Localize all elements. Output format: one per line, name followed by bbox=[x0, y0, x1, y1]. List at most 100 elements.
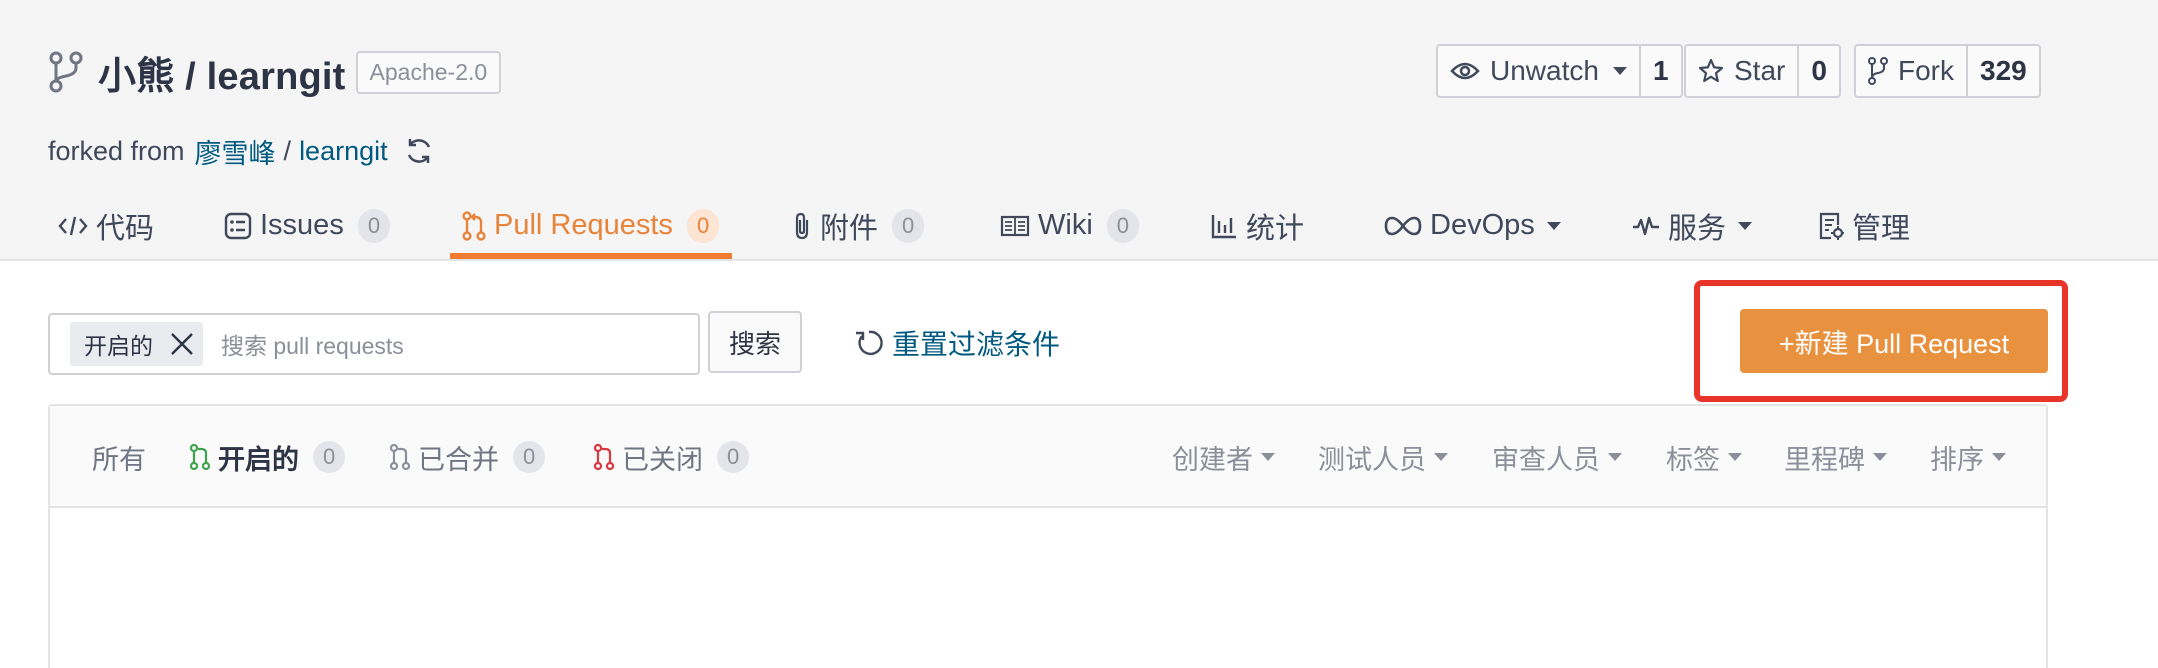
tab-count-badge: 0 bbox=[892, 208, 925, 243]
status-label: 开启的 bbox=[218, 444, 299, 475]
status-label: 已关闭 bbox=[622, 444, 703, 475]
refresh-icon bbox=[852, 327, 884, 359]
new-pr-label: +新建 Pull Request bbox=[1778, 328, 2010, 359]
watch-count[interactable]: 1 bbox=[1638, 46, 1681, 96]
closed-pr-icon bbox=[594, 444, 614, 470]
chevron-down-icon bbox=[1738, 221, 1753, 230]
tab-label: 服务 bbox=[1668, 212, 1727, 245]
pulse-icon bbox=[1632, 214, 1660, 238]
dropdown-label: 审查人员 bbox=[1492, 444, 1600, 475]
chevron-down-icon bbox=[1612, 67, 1627, 75]
watch-button[interactable]: Unwatch bbox=[1438, 46, 1639, 96]
forked-prefix: forked from bbox=[48, 135, 185, 166]
chevron-down-icon bbox=[1992, 453, 2006, 461]
tab-devops[interactable]: DevOps bbox=[1384, 190, 1561, 261]
star-button[interactable]: Star bbox=[1686, 46, 1797, 96]
label-dropdown[interactable]: 标签 bbox=[1666, 406, 1742, 508]
tab-label: DevOps bbox=[1430, 209, 1535, 241]
watch-label: Unwatch bbox=[1490, 55, 1599, 86]
status-all[interactable]: 所有 bbox=[92, 406, 146, 508]
issues-icon bbox=[224, 212, 252, 240]
tab-label: Wiki bbox=[1038, 209, 1093, 241]
reviewer-dropdown[interactable]: 审查人员 bbox=[1492, 406, 1622, 508]
active-tab-indicator bbox=[450, 253, 732, 259]
tab-label: 代码 bbox=[96, 212, 155, 245]
repo-tabs: 代码 Issues 0 Pull Requests 0 附件 0 Wiki 0 … bbox=[0, 190, 2158, 261]
status-count-badge: 0 bbox=[313, 441, 346, 473]
dropdown-label: 创建者 bbox=[1172, 444, 1253, 475]
fork-label: Fork bbox=[1898, 55, 1954, 86]
forked-from: forked from 廖雪峰 / learngit bbox=[48, 131, 436, 171]
status-merged[interactable]: 已合并 0 bbox=[390, 406, 546, 508]
tab-label: Issues bbox=[260, 209, 344, 241]
star-label: Star bbox=[1734, 55, 1786, 86]
tab-statistics[interactable]: 统计 bbox=[1210, 190, 1304, 261]
tester-dropdown[interactable]: 测试人员 bbox=[1318, 406, 1448, 508]
reset-filters-link[interactable]: 重置过滤条件 bbox=[852, 322, 1060, 364]
search-button[interactable]: 搜索 bbox=[708, 311, 802, 373]
status-open[interactable]: 开启的 0 bbox=[190, 406, 346, 508]
status-closed[interactable]: 已关闭 0 bbox=[594, 406, 750, 508]
close-icon[interactable] bbox=[167, 329, 197, 359]
sync-icon[interactable] bbox=[402, 134, 436, 168]
search-placeholder: 搜索 pull requests bbox=[221, 333, 404, 359]
license-badge[interactable]: Apache-2.0 bbox=[355, 50, 502, 94]
forked-owner-link[interactable]: 廖雪峰 bbox=[195, 132, 276, 171]
list-filter-bar: 所有 开启的 0 已合并 0 已关闭 0 创建者 测试人员 审查人员 标签 里程… bbox=[50, 406, 2046, 508]
chevron-down-icon bbox=[1546, 221, 1561, 230]
tab-count-badge: 0 bbox=[1106, 208, 1140, 243]
sort-dropdown[interactable]: 排序 bbox=[1930, 406, 2006, 508]
tab-label: Pull Requests bbox=[494, 209, 673, 241]
settings-doc-icon bbox=[1818, 211, 1844, 241]
repo-name[interactable]: 小熊 / learngit bbox=[98, 45, 346, 100]
milestone-dropdown[interactable]: 里程碑 bbox=[1784, 406, 1887, 508]
tab-label: 统计 bbox=[1246, 212, 1305, 245]
tab-issues[interactable]: Issues 0 bbox=[224, 190, 391, 261]
status-count-badge: 0 bbox=[513, 441, 546, 473]
bar-chart-icon bbox=[1210, 213, 1238, 239]
new-pull-request-button[interactable]: +新建 Pull Request bbox=[1740, 309, 2048, 373]
repo-title-row: 小熊 / learngit Apache-2.0 bbox=[48, 44, 502, 100]
search-input[interactable]: 开启的 搜索 pull requests bbox=[48, 313, 700, 375]
open-pr-icon bbox=[190, 444, 210, 470]
tab-pull-requests[interactable]: Pull Requests 0 bbox=[462, 190, 720, 261]
pull-request-icon bbox=[462, 210, 486, 241]
forked-repo-link[interactable]: learngit bbox=[299, 136, 388, 167]
watch-control: Unwatch 1 bbox=[1436, 44, 1683, 98]
filter-tag-open: 开启的 bbox=[70, 322, 203, 366]
star-count[interactable]: 0 bbox=[1797, 46, 1839, 96]
dropdown-label: 标签 bbox=[1666, 444, 1720, 475]
fork-icon bbox=[1868, 57, 1888, 85]
dropdown-label: 测试人员 bbox=[1318, 444, 1426, 475]
eye-icon bbox=[1450, 60, 1480, 82]
forked-separator: / bbox=[283, 135, 292, 166]
status-label: 已合并 bbox=[418, 444, 499, 475]
status-label: 所有 bbox=[92, 444, 146, 475]
repo-header: 小熊 / learngit Apache-2.0 forked from 廖雪峰… bbox=[0, 0, 2158, 261]
tab-wiki[interactable]: Wiki 0 bbox=[1000, 190, 1140, 261]
tab-services[interactable]: 服务 bbox=[1632, 190, 1753, 261]
paperclip-icon bbox=[792, 211, 812, 241]
tab-count-badge: 0 bbox=[357, 208, 391, 243]
chevron-down-icon bbox=[1728, 453, 1742, 461]
merged-pr-icon bbox=[390, 444, 410, 470]
chevron-down-icon bbox=[1873, 453, 1887, 461]
fork-count[interactable]: 329 bbox=[1966, 46, 2039, 96]
creator-dropdown[interactable]: 创建者 bbox=[1172, 406, 1275, 508]
status-count-badge: 0 bbox=[717, 441, 750, 473]
chevron-down-icon bbox=[1434, 453, 1448, 461]
reset-label: 重置过滤条件 bbox=[892, 329, 1061, 360]
dropdown-label: 里程碑 bbox=[1784, 444, 1865, 475]
filter-tag-label: 开启的 bbox=[84, 333, 153, 359]
tab-attachments[interactable]: 附件 0 bbox=[792, 190, 925, 261]
chevron-down-icon bbox=[1608, 453, 1622, 461]
infinity-icon bbox=[1384, 216, 1422, 236]
fork-button[interactable]: Fork bbox=[1856, 46, 1966, 96]
tab-label: 附件 bbox=[820, 212, 879, 245]
tab-manage[interactable]: 管理 bbox=[1818, 190, 1910, 261]
pull-request-list-panel: 所有 开启的 0 已合并 0 已关闭 0 创建者 测试人员 审查人员 标签 里程… bbox=[48, 404, 2048, 668]
tab-count-badge: 0 bbox=[686, 208, 720, 243]
chevron-down-icon bbox=[1261, 453, 1275, 461]
star-control: Star 0 bbox=[1684, 44, 1841, 98]
tab-code[interactable]: 代码 bbox=[58, 190, 154, 261]
